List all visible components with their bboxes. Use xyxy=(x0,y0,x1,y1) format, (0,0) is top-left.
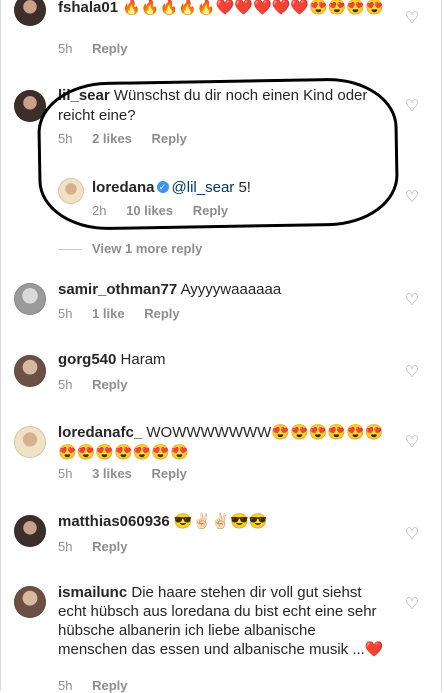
comment-username[interactable]: ismailunc xyxy=(58,584,127,601)
comment-item: samir_othman77 Ayyyywaaaaaa 5h 1 like Re… xyxy=(0,275,444,335)
comment-time: 5h xyxy=(58,377,73,392)
comment-item: loredanafc_ WOWWWWWWW😍😍😍😍😍😍😍😍😍😍😍😍😍 5h 3 … xyxy=(0,420,444,490)
comment-item: matthias060936 😎✌🏻✌🏻😎😎 5h Reply ♡ xyxy=(0,510,444,570)
heart-icon[interactable]: ♡ xyxy=(404,365,420,381)
comment-meta: 5h Reply xyxy=(58,539,144,554)
avatar[interactable] xyxy=(14,355,46,387)
comment-meta: 5h 3 likes Reply xyxy=(58,466,203,481)
comment-body: fshala01 🔥🔥🔥🔥🔥❤️❤️❤️❤️❤️😍😍😍😍 xyxy=(58,0,386,18)
avatar[interactable] xyxy=(14,0,46,26)
comment-time: 5h xyxy=(58,306,73,321)
heart-icon[interactable]: ♡ xyxy=(404,293,420,309)
divider-line xyxy=(58,249,82,251)
comment-meta: 5h Reply xyxy=(58,377,144,392)
view-more-replies[interactable]: View 1 more reply xyxy=(58,241,202,256)
comment-text: 🔥🔥🔥🔥🔥❤️❤️❤️❤️❤️😍😍😍😍 xyxy=(122,0,384,16)
comment-time: 5h xyxy=(58,466,73,481)
likes-count[interactable]: 1 like xyxy=(92,306,125,321)
comment-username[interactable]: loredanafc_ xyxy=(58,424,142,441)
comment-body: samir_othman77 Ayyyywaaaaaa xyxy=(58,280,386,300)
comment-username[interactable]: fshala01 xyxy=(58,0,118,16)
highlight-outline xyxy=(36,76,400,232)
avatar[interactable] xyxy=(14,426,46,458)
comment-text: Ayyyywaaaaaa xyxy=(180,281,282,298)
comment-meta: 5h Reply xyxy=(58,41,144,56)
avatar[interactable] xyxy=(14,586,46,618)
avatar[interactable] xyxy=(14,515,46,547)
comment-username[interactable]: samir_othman77 xyxy=(58,281,177,298)
view-more-label[interactable]: View 1 more reply xyxy=(92,241,202,256)
heart-icon[interactable]: ♡ xyxy=(404,597,420,613)
comment-text: Haram xyxy=(120,351,166,368)
comment-time: 5h xyxy=(58,539,73,554)
comment-body: ismailunc Die haare stehen dir voll gut … xyxy=(58,583,386,659)
heart-icon[interactable]: ♡ xyxy=(404,11,420,27)
comment-body: loredanafc_ WOWWWWWWW😍😍😍😍😍😍😍😍😍😍😍😍😍 xyxy=(58,423,386,463)
heart-icon[interactable]: ♡ xyxy=(404,527,420,543)
reply-button[interactable]: Reply xyxy=(92,377,127,392)
heart-icon[interactable]: ♡ xyxy=(404,435,420,451)
comment-username[interactable]: matthias060936 xyxy=(58,513,170,530)
comment-item: fshala01 🔥🔥🔥🔥🔥❤️❤️❤️❤️❤️😍😍😍😍 5h Reply ♡ xyxy=(0,0,444,60)
comment-item: gorg540 Haram 5h Reply ♡ xyxy=(0,348,444,408)
comment-username[interactable]: gorg540 xyxy=(58,351,116,368)
avatar[interactable] xyxy=(14,283,46,315)
comment-meta: 5h 1 like Reply xyxy=(58,306,196,321)
comment-item: ismailunc Die haare stehen dir voll gut … xyxy=(0,580,444,693)
comment-body: matthias060936 😎✌🏻✌🏻😎😎 xyxy=(58,512,386,532)
comment-body: gorg540 Haram xyxy=(58,350,386,370)
comment-text: 😎✌🏻✌🏻😎😎 xyxy=(173,513,268,530)
reply-button[interactable]: Reply xyxy=(92,41,127,56)
heart-icon[interactable]: ♡ xyxy=(404,190,420,206)
likes-count[interactable]: 3 likes xyxy=(92,466,132,481)
comment-time: 5h xyxy=(58,41,73,56)
reply-button[interactable]: Reply xyxy=(144,306,179,321)
heart-icon[interactable]: ♡ xyxy=(404,99,420,115)
reply-button[interactable]: Reply xyxy=(151,466,186,481)
reply-button[interactable]: Reply xyxy=(92,539,127,554)
